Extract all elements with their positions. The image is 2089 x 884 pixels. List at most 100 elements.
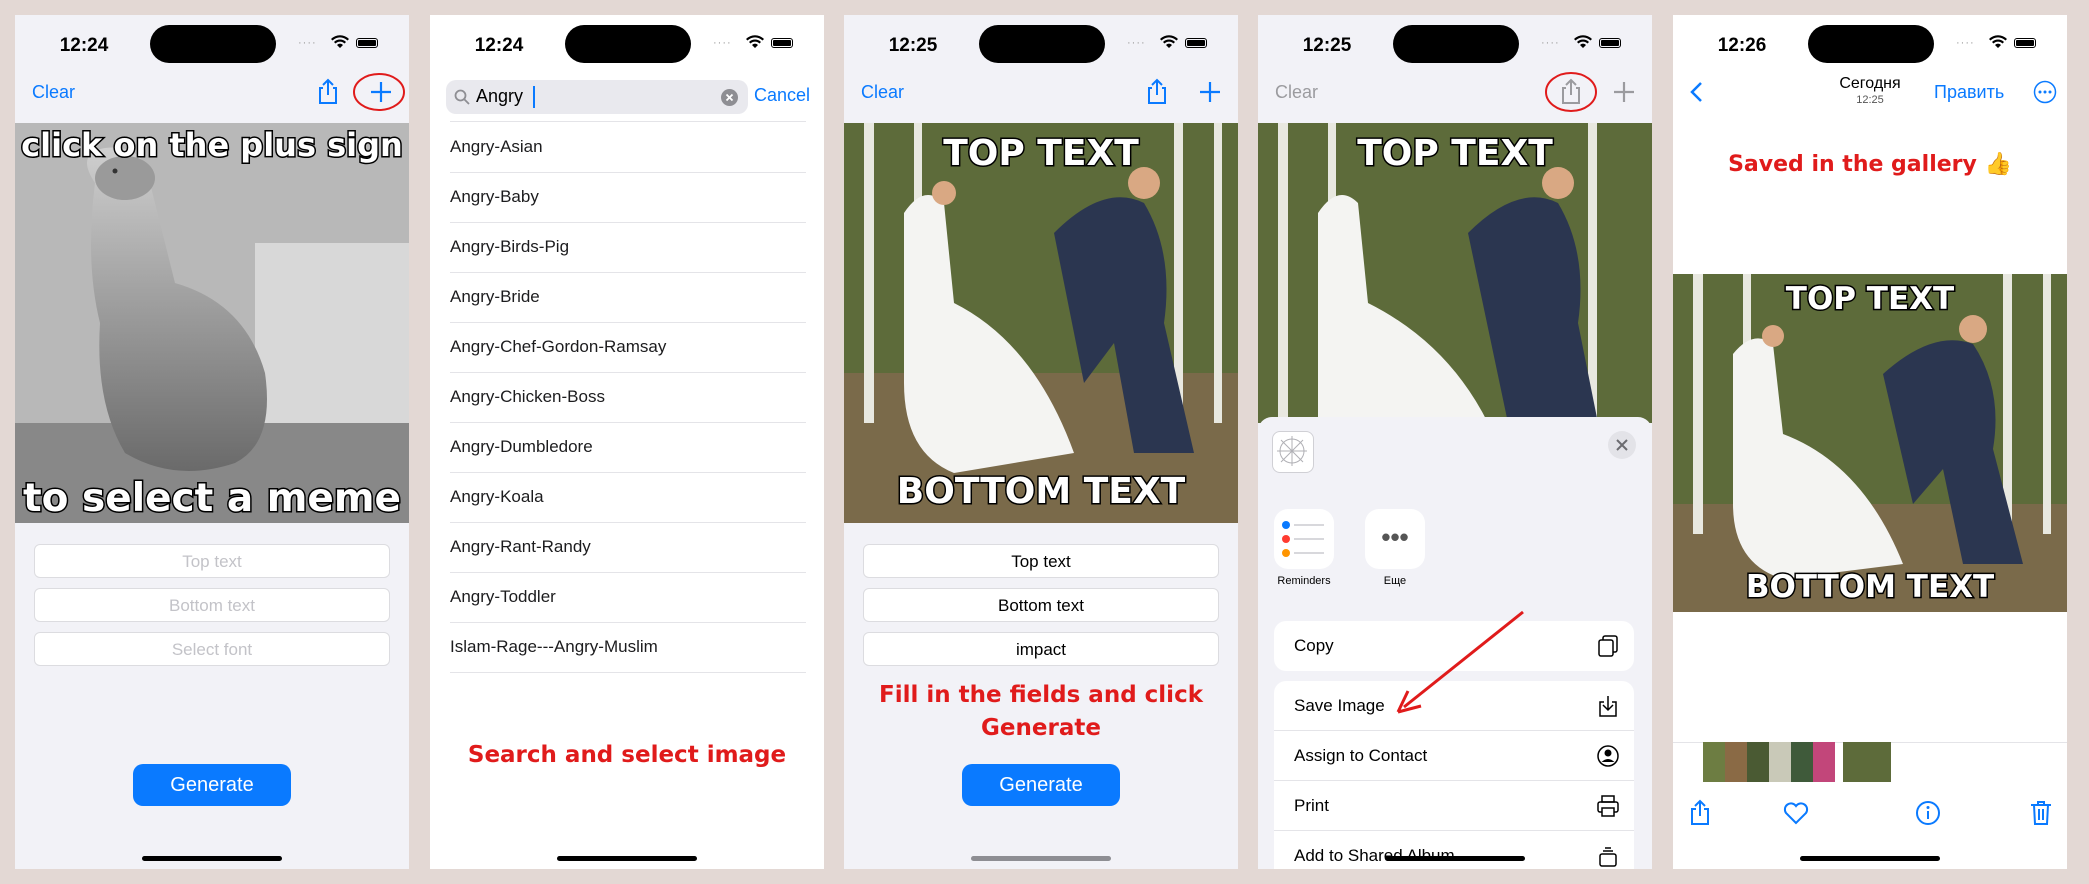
- cancel-button[interactable]: Cancel: [754, 85, 810, 106]
- home-indicator: [557, 856, 697, 861]
- copy-label: Copy: [1294, 636, 1334, 655]
- search-result-item[interactable]: Angry-Chicken-Boss: [450, 372, 806, 423]
- search-input[interactable]: Angry: [476, 86, 523, 107]
- meme-bottom-text: to select a meme: [23, 476, 401, 521]
- meme-top-text: click on the plus sign: [21, 126, 403, 164]
- search-result-item[interactable]: Angry-Birds-Pig: [450, 222, 806, 273]
- thumbnail[interactable]: [1703, 742, 1725, 782]
- more-options-icon[interactable]: [2033, 80, 2057, 104]
- gallery-meme-image: TOP TEXT BOTTOM TEXT: [1673, 274, 2067, 612]
- thumbnail[interactable]: [1791, 742, 1813, 782]
- screen-share-sheet: 12:25 ···· Clear TOP TEXT Reminders ••• …: [1258, 15, 1652, 869]
- home-indicator: [1800, 856, 1940, 861]
- status-bar: 12:26 ····: [1673, 15, 2067, 75]
- status-bar: 12:25 ····: [844, 15, 1238, 75]
- top-text-field[interactable]: Top text: [863, 544, 1219, 578]
- search-result-item[interactable]: Angry-Asian: [450, 122, 806, 173]
- font-field[interactable]: impact: [863, 632, 1219, 666]
- back-chevron-icon[interactable]: [1687, 77, 1707, 107]
- search-bar[interactable]: Angry: [446, 80, 748, 114]
- meme-image: TOP TEXT BOTTOM TEXT: [844, 123, 1238, 523]
- plus-icon[interactable]: [1195, 77, 1225, 107]
- reminders-icon: [1282, 521, 1324, 557]
- thumbnail[interactable]: [1747, 742, 1769, 782]
- assign-contact-label: Assign to Contact: [1294, 746, 1428, 765]
- grid-icon: [1277, 436, 1307, 466]
- info-icon[interactable]: [1915, 800, 1941, 826]
- status-time: 12:24: [474, 35, 524, 56]
- generate-button[interactable]: Generate: [133, 764, 291, 806]
- search-result-item[interactable]: Angry-Rant-Randy: [450, 522, 806, 573]
- reminders-label: Reminders: [1277, 575, 1331, 587]
- meme-placeholder-image: click on the plus sign to select a meme: [15, 123, 409, 523]
- thumbnail[interactable]: [1769, 742, 1791, 782]
- clear-button[interactable]: Clear: [1275, 82, 1318, 103]
- assign-contact-action[interactable]: Assign to Contact: [1274, 731, 1634, 781]
- meme-bottom-text: BOTTOM TEXT: [1746, 569, 1994, 605]
- status-time: 12:25: [1302, 35, 1352, 56]
- nav-subtitle: 12:25: [1856, 94, 1884, 106]
- meme-bottom-text: BOTTOM TEXT: [897, 471, 1186, 512]
- meme-image: TOP TEXT: [1258, 123, 1652, 423]
- screen-search: 12:24 ···· Angry Cancel Angry-Asian Angry…: [430, 15, 824, 869]
- screen-home-empty: 12:24 ···· Clear click on the plus sign …: [15, 15, 409, 869]
- thumbnail-selected[interactable]: [1843, 742, 1891, 782]
- edit-button[interactable]: Править: [1934, 82, 2004, 103]
- heart-icon[interactable]: [1783, 801, 1809, 825]
- search-result-item[interactable]: Angry-Koala: [450, 472, 806, 523]
- annotation-text: Fill in the fields and click Generate: [879, 682, 1203, 741]
- close-icon[interactable]: [1608, 431, 1636, 459]
- wifi-icon: [1574, 35, 1592, 48]
- clear-button[interactable]: Clear: [861, 82, 904, 103]
- trash-icon[interactable]: [2029, 799, 2053, 827]
- battery-icon: [2014, 38, 2036, 48]
- status-time: 12:25: [888, 35, 938, 56]
- home-indicator: [971, 856, 1111, 861]
- search-result-item[interactable]: Angry-Baby: [450, 172, 806, 223]
- shared-album-icon: [1599, 847, 1617, 867]
- more-icon[interactable]: •••: [1365, 509, 1425, 569]
- more-label: Еще: [1383, 575, 1407, 587]
- search-result-item[interactable]: Angry-Chef-Gordon-Ramsay: [450, 322, 806, 373]
- plus-icon[interactable]: [1609, 77, 1639, 107]
- wifi-icon: [331, 35, 349, 48]
- preview-thumbnail: [1272, 431, 1314, 473]
- home-indicator: [142, 856, 282, 861]
- printer-icon: [1597, 795, 1619, 817]
- contact-icon: [1597, 745, 1619, 767]
- shared-album-action[interactable]: Add to Shared Album: [1274, 831, 1634, 869]
- battery-icon: [1185, 38, 1207, 48]
- thumbnail[interactable]: [1725, 742, 1747, 782]
- arrow-annotation: [1396, 610, 1524, 714]
- search-icon: [454, 89, 470, 105]
- status-bar: 12:25 ····: [1258, 15, 1652, 75]
- print-action[interactable]: Print: [1274, 781, 1634, 831]
- annotation-text: Search and select image: [467, 742, 787, 768]
- search-result-item[interactable]: Angry-Bride: [450, 272, 806, 323]
- bottom-text-field[interactable]: Bottom text: [863, 588, 1219, 622]
- battery-icon: [1599, 38, 1621, 48]
- screen-fill-fields: 12:25 ···· Clear TOP TEXT BOTTOM TEXT To…: [844, 15, 1238, 869]
- font-field[interactable]: Select font: [34, 632, 390, 666]
- generate-button[interactable]: Generate: [962, 764, 1120, 806]
- status-time: 12:24: [59, 35, 109, 56]
- thumbnail[interactable]: [1813, 742, 1835, 782]
- nav-title: Сегодня: [1839, 75, 1901, 92]
- search-result-item[interactable]: Angry-Dumbledore: [450, 422, 806, 473]
- bottom-text-field[interactable]: Bottom text: [34, 588, 390, 622]
- top-text-field[interactable]: Top text: [34, 544, 390, 578]
- search-result-item[interactable]: Islam-Rage---Angry-Muslim: [450, 622, 806, 673]
- highlight-circle: [1545, 72, 1597, 112]
- text-cursor: [533, 86, 535, 108]
- dynamic-island: [1808, 25, 1934, 63]
- status-bar: 12:24 ····: [15, 15, 409, 75]
- clear-search-icon[interactable]: [721, 89, 738, 106]
- search-result-item[interactable]: Angry-Toddler: [450, 572, 806, 623]
- share-icon[interactable]: [313, 77, 343, 107]
- clear-button[interactable]: Clear: [32, 82, 75, 103]
- reminders-app-button[interactable]: [1274, 509, 1334, 569]
- share-icon[interactable]: [1687, 799, 1713, 827]
- print-label: Print: [1294, 796, 1329, 815]
- share-icon[interactable]: [1142, 77, 1172, 107]
- battery-icon: [771, 38, 793, 48]
